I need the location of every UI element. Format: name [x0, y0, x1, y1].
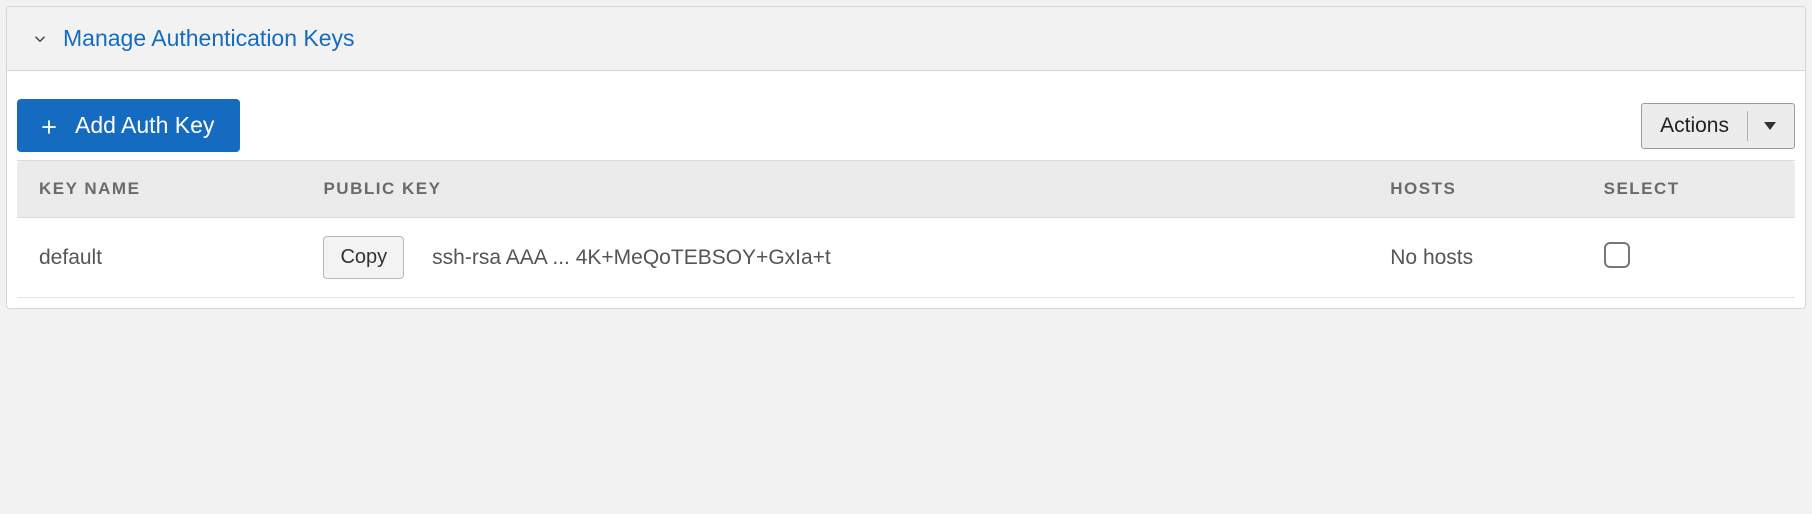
- chevron-down-icon: [31, 30, 49, 48]
- actions-caret-wrap: [1748, 112, 1794, 140]
- public-key-text: ssh-rsa AAA ... 4K+MeQoTEBSOY+GxIa+t: [432, 246, 831, 270]
- row-select-checkbox[interactable]: [1604, 242, 1630, 268]
- col-header-hosts: Hosts: [1368, 161, 1581, 218]
- col-header-key-name: Key Name: [17, 161, 301, 218]
- auth-keys-table: Key Name Public Key Hosts Select default…: [17, 160, 1795, 298]
- table-row: default Copy ssh-rsa AAA ... 4K+MeQoTEBS…: [17, 218, 1795, 298]
- col-header-public-key: Public Key: [301, 161, 1368, 218]
- cell-hosts: No hosts: [1368, 218, 1581, 298]
- copy-button[interactable]: Copy: [323, 236, 404, 279]
- cell-select: [1582, 218, 1795, 298]
- actions-label: Actions: [1642, 104, 1747, 148]
- panel-body: Add Auth Key Actions Key Name Public Key…: [7, 71, 1805, 308]
- auth-keys-panel: Manage Authentication Keys Add Auth Key …: [6, 6, 1806, 309]
- add-auth-key-button[interactable]: Add Auth Key: [17, 99, 240, 152]
- panel-title: Manage Authentication Keys: [63, 25, 355, 52]
- table-header-row: Key Name Public Key Hosts Select: [17, 161, 1795, 218]
- cell-public-key: Copy ssh-rsa AAA ... 4K+MeQoTEBSOY+GxIa+…: [301, 218, 1368, 298]
- caret-down-icon: [1764, 122, 1776, 130]
- toolbar: Add Auth Key Actions: [17, 99, 1795, 160]
- col-header-select: Select: [1582, 161, 1795, 218]
- plus-icon: [39, 116, 59, 136]
- actions-dropdown-button[interactable]: Actions: [1641, 103, 1795, 149]
- cell-key-name: default: [17, 218, 301, 298]
- panel-header[interactable]: Manage Authentication Keys: [7, 7, 1805, 71]
- add-auth-key-label: Add Auth Key: [75, 112, 214, 139]
